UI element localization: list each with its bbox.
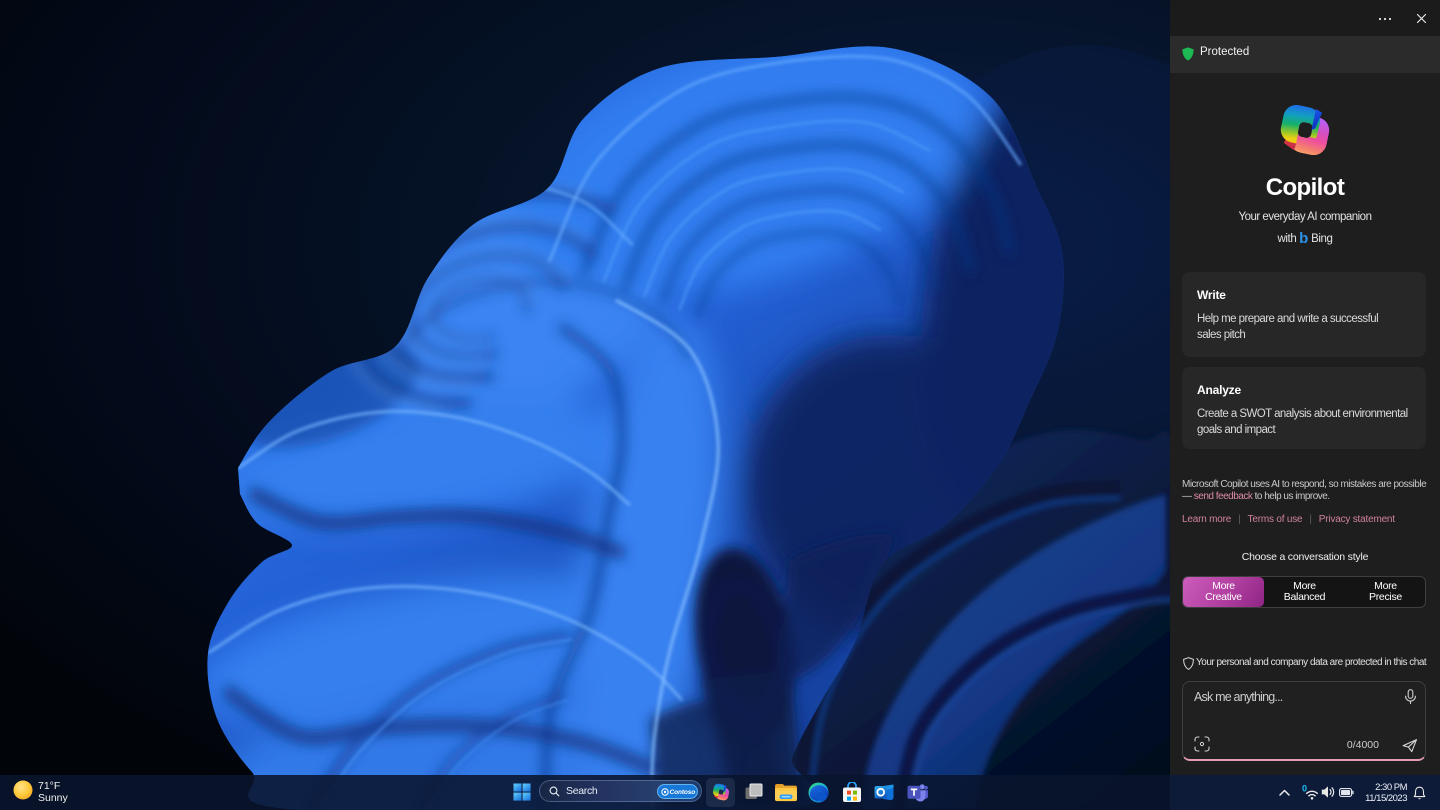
svg-text:0: 0 (1302, 784, 1307, 794)
